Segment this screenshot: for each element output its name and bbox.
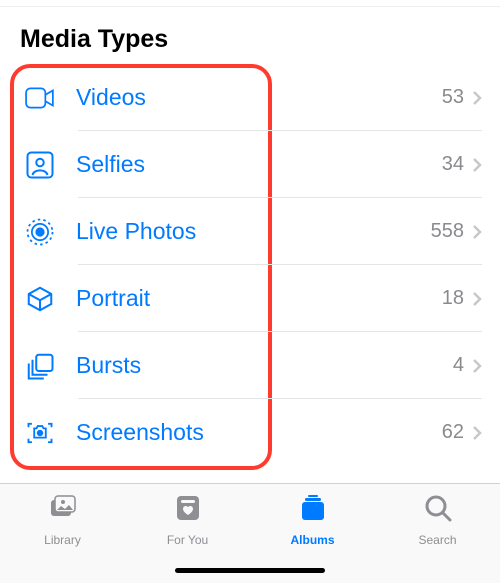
row-label: Portrait — [62, 285, 442, 312]
search-tab-icon — [422, 492, 454, 529]
tab-bar: Library For You Albums — [0, 483, 500, 583]
row-count: 53 — [442, 86, 472, 109]
row-count: 18 — [442, 287, 472, 310]
selfie-icon — [18, 150, 62, 180]
tab-label: For You — [167, 533, 208, 547]
video-icon — [18, 83, 62, 113]
row-label: Videos — [62, 84, 442, 111]
row-screenshots[interactable]: Screenshots 62 — [18, 399, 482, 466]
tab-library[interactable]: Library — [13, 492, 113, 583]
row-count: 34 — [442, 153, 472, 176]
media-types-list: Videos 53 Selfies 34 Liv — [0, 64, 500, 466]
row-label: Selfies — [62, 151, 442, 178]
chevron-right-icon — [472, 425, 482, 441]
row-selfies[interactable]: Selfies 34 — [18, 131, 482, 198]
row-count: 4 — [453, 354, 472, 377]
chevron-right-icon — [472, 157, 482, 173]
tab-label: Albums — [290, 533, 334, 547]
row-count: 62 — [442, 421, 472, 444]
row-videos[interactable]: Videos 53 — [18, 64, 482, 131]
chevron-right-icon — [472, 224, 482, 240]
row-portrait[interactable]: Portrait 18 — [18, 265, 482, 332]
tab-search[interactable]: Search — [388, 492, 488, 583]
library-tab-icon — [47, 492, 79, 529]
chevron-right-icon — [472, 358, 482, 374]
livephoto-icon — [18, 217, 62, 247]
chevron-right-icon — [472, 291, 482, 307]
section-title: Media Types — [20, 25, 480, 54]
section-header: Media Types — [0, 6, 500, 64]
row-label: Bursts — [62, 352, 453, 379]
tab-label: Library — [44, 533, 81, 547]
screenshot-icon — [18, 418, 62, 448]
home-indicator[interactable] — [175, 568, 325, 573]
tab-label: Search — [418, 533, 456, 547]
albums-tab-icon — [297, 492, 329, 529]
row-label: Screenshots — [62, 419, 442, 446]
foryou-tab-icon — [172, 492, 204, 529]
row-count: 558 — [431, 220, 472, 243]
row-livephotos[interactable]: Live Photos 558 — [18, 198, 482, 265]
row-bursts[interactable]: Bursts 4 — [18, 332, 482, 399]
row-label: Live Photos — [62, 218, 431, 245]
chevron-right-icon — [472, 90, 482, 106]
bursts-icon — [18, 351, 62, 381]
portrait-icon — [18, 284, 62, 314]
